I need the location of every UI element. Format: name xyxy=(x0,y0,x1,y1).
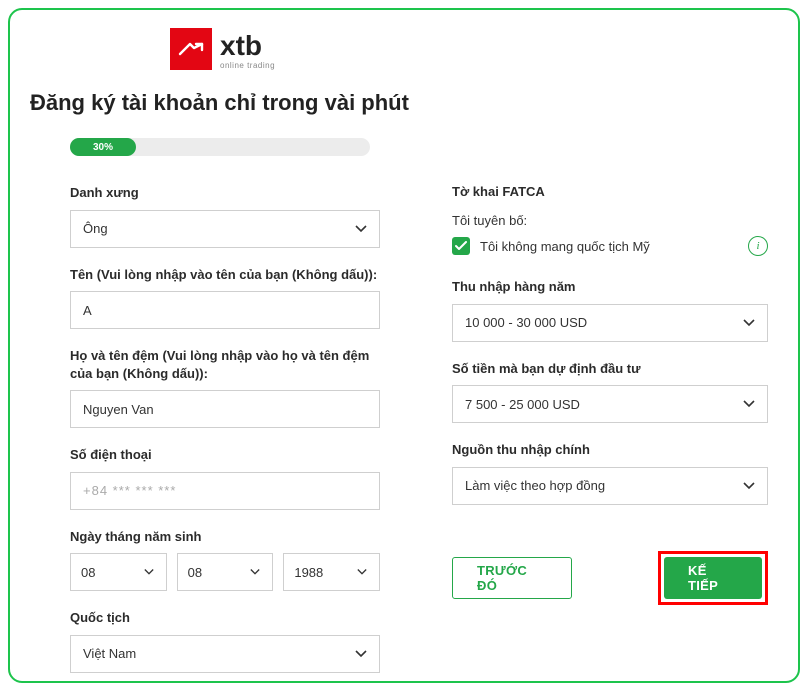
chevron-down-icon xyxy=(743,319,755,327)
declare-text: Tôi tuyên bố: xyxy=(452,213,527,228)
progress-bar: 30% xyxy=(70,138,370,156)
invest-select[interactable]: 7 500 - 25 000 USD xyxy=(452,385,768,423)
next-button-highlight: KẾ TIẾP xyxy=(658,551,768,605)
source-value: Làm việc theo hợp đồng xyxy=(465,478,605,493)
chevron-down-icon xyxy=(743,482,755,490)
dob-year-value: 1988 xyxy=(294,565,323,580)
logo-mark-icon xyxy=(170,28,212,70)
chevron-down-icon xyxy=(144,569,154,576)
dob-month-select[interactable]: 08 xyxy=(177,553,274,591)
next-button[interactable]: KẾ TIẾP xyxy=(664,557,762,599)
progress-label: 30% xyxy=(93,142,113,153)
dob-year-select[interactable]: 1988 xyxy=(283,553,380,591)
income-value: 10 000 - 30 000 USD xyxy=(465,315,587,330)
first-name-value: A xyxy=(83,303,92,318)
fatca-title: Tờ khai FATCA xyxy=(452,184,768,199)
source-label: Nguồn thu nhập chính xyxy=(452,441,768,459)
registration-form: xtb online trading Đăng ký tài khoản chỉ… xyxy=(8,8,800,683)
next-button-label: KẾ TIẾP xyxy=(688,563,738,593)
first-name-label: Tên (Vui lòng nhập vào tên của bạn (Khôn… xyxy=(70,266,380,284)
invest-value: 7 500 - 25 000 USD xyxy=(465,397,580,412)
dob-label: Ngày tháng năm sinh xyxy=(70,528,380,546)
invest-label: Số tiền mà bạn dự định đầu tư xyxy=(452,360,768,378)
nationality-label: Quốc tịch xyxy=(70,609,380,627)
column-right: Tờ khai FATCA Tôi tuyên bố: Tôi không ma… xyxy=(452,184,768,673)
dob-day-select[interactable]: 08 xyxy=(70,553,167,591)
column-left: Danh xưng Ông Tên (Vui lòng nhập vào tên… xyxy=(70,184,380,673)
nationality-select[interactable]: Việt Nam xyxy=(70,635,380,673)
page-title: Đăng ký tài khoản chỉ trong vài phút xyxy=(30,90,778,116)
prev-button-label: TRƯỚC ĐÓ xyxy=(477,563,547,593)
salutation-value: Ông xyxy=(83,221,108,236)
logo: xtb online trading xyxy=(170,28,778,70)
salutation-select[interactable]: Ông xyxy=(70,210,380,248)
first-name-input[interactable]: A xyxy=(70,291,380,329)
prev-button[interactable]: TRƯỚC ĐÓ xyxy=(452,557,572,599)
chevron-down-icon xyxy=(355,225,367,233)
dob-day-value: 08 xyxy=(81,565,95,580)
progress-fill: 30% xyxy=(70,138,136,156)
last-name-label: Họ và tên đệm (Vui lòng nhập vào họ và t… xyxy=(70,347,380,382)
chevron-down-icon xyxy=(250,569,260,576)
last-name-input[interactable]: Nguyen Van xyxy=(70,390,380,428)
chevron-down-icon xyxy=(743,400,755,408)
last-name-value: Nguyen Van xyxy=(83,402,154,417)
not-us-checkbox[interactable] xyxy=(452,237,470,255)
phone-input[interactable]: +84 *** *** *** xyxy=(70,472,380,510)
logo-text: xtb online trading xyxy=(220,32,275,70)
income-label: Thu nhập hàng năm xyxy=(452,278,768,296)
not-us-text: Tôi không mang quốc tịch Mỹ xyxy=(480,239,738,254)
phone-value: +84 *** *** *** xyxy=(83,483,176,498)
logo-brand: xtb xyxy=(220,32,275,60)
source-select[interactable]: Làm việc theo hợp đồng xyxy=(452,467,768,505)
salutation-label: Danh xưng xyxy=(70,184,380,202)
income-select[interactable]: 10 000 - 30 000 USD xyxy=(452,304,768,342)
chevron-down-icon xyxy=(355,650,367,658)
chevron-down-icon xyxy=(357,569,367,576)
dob-month-value: 08 xyxy=(188,565,202,580)
logo-subtitle: online trading xyxy=(220,62,275,70)
info-icon[interactable]: i xyxy=(748,236,768,256)
phone-label: Số điện thoại xyxy=(70,446,380,464)
nationality-value: Việt Nam xyxy=(83,646,136,661)
